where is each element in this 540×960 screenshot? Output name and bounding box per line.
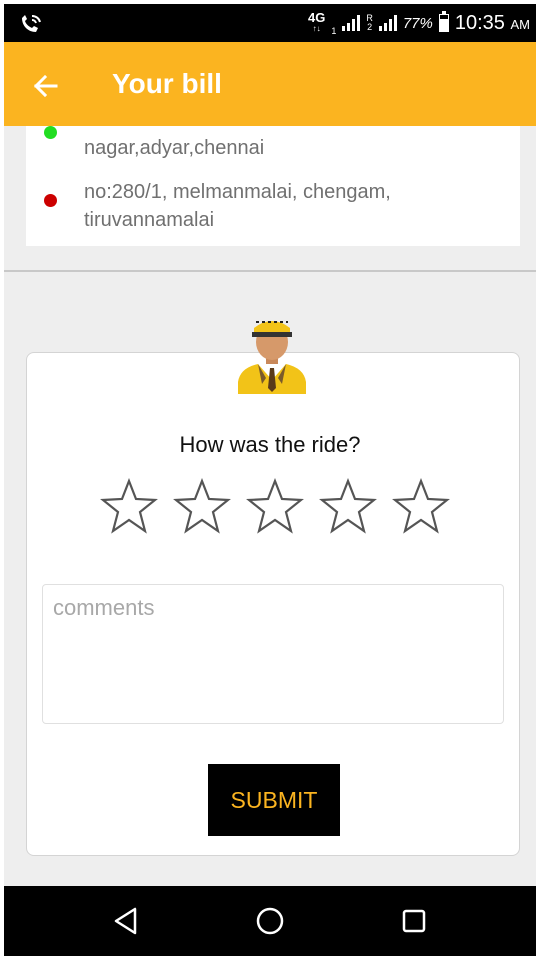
drop-address-text: no:280/1, melmanmalai, chengam, tiruvann… — [84, 181, 391, 231]
star-1-icon[interactable] — [100, 478, 158, 536]
network-type: 4G ↑↓ — [307, 10, 326, 33]
star-3-icon[interactable] — [246, 478, 304, 536]
drop-dot-icon — [44, 194, 57, 207]
back-triangle-icon[interactable] — [106, 901, 146, 941]
sim2-label: 2 — [367, 22, 373, 32]
driver-avatar-icon — [238, 321, 306, 394]
battery-icon — [438, 11, 449, 32]
submit-button[interactable]: SUBMIT — [208, 764, 340, 836]
sim2-indicator: R 2 — [366, 14, 373, 32]
pickup-dot-icon — [44, 126, 57, 139]
app-bar: Your bill — [4, 42, 536, 126]
comments-field[interactable] — [42, 584, 504, 724]
page-title: Your bill — [112, 68, 222, 99]
status-bar: 4G ↑↓ 1 R 2 77% 10:35 AM — [4, 4, 536, 42]
wifi-call-icon — [22, 15, 41, 32]
signal-sim2-icon — [378, 15, 397, 31]
signal-sim1-icon — [342, 15, 361, 31]
screen: 4G ↑↓ 1 R 2 77% 10:35 AM Your bill nagar… — [4, 4, 536, 956]
star-rating — [100, 478, 450, 536]
battery-percent: 77% — [402, 14, 433, 32]
home-circle-icon[interactable] — [250, 901, 290, 941]
star-4-icon[interactable] — [319, 478, 377, 536]
pickup-address-text: nagar,adyar,chennai — [84, 137, 265, 159]
recents-square-icon[interactable] — [394, 901, 434, 941]
divider — [4, 270, 536, 272]
rating-question: How was the ride? — [179, 432, 361, 457]
star-2-icon[interactable] — [173, 478, 231, 536]
star-5-icon[interactable] — [392, 478, 450, 536]
navigation-bar — [4, 886, 536, 956]
clock: 10:35 AM — [454, 11, 530, 34]
sim1-label: 1 — [331, 26, 337, 36]
arrow-left-icon[interactable] — [28, 68, 64, 104]
address-card: nagar,adyar,chennai no:280/1, melmanmala… — [26, 126, 520, 246]
